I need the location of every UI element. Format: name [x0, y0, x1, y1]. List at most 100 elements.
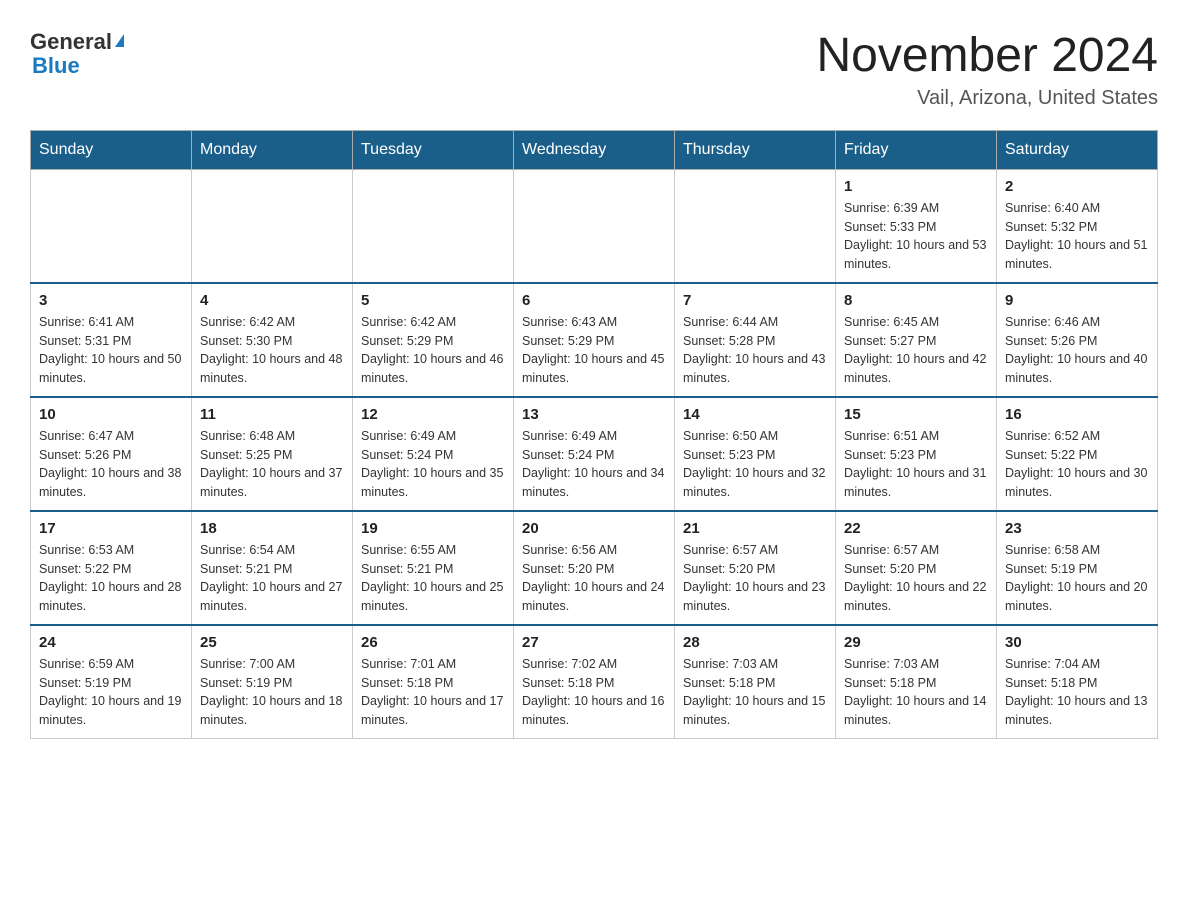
day-cell: 13 Sunrise: 6:49 AMSunset: 5:24 PMDayligh…: [514, 397, 675, 511]
day-number: 27: [522, 634, 666, 651]
day-cell: 9 Sunrise: 6:46 AMSunset: 5:26 PMDaylight…: [997, 283, 1158, 397]
day-info: Sunrise: 6:42 AMSunset: 5:29 PMDaylight:…: [361, 313, 505, 388]
day-cell: [31, 169, 192, 283]
day-cell: 6 Sunrise: 6:43 AMSunset: 5:29 PMDaylight…: [514, 283, 675, 397]
day-cell: 4 Sunrise: 6:42 AMSunset: 5:30 PMDaylight…: [192, 283, 353, 397]
day-info: Sunrise: 6:55 AMSunset: 5:21 PMDaylight:…: [361, 541, 505, 616]
day-cell: 30 Sunrise: 7:04 AMSunset: 5:18 PMDayligh…: [997, 625, 1158, 739]
logo-blue-text: Blue: [32, 53, 80, 78]
day-number: 21: [683, 520, 827, 537]
day-number: 26: [361, 634, 505, 651]
day-cell: 15 Sunrise: 6:51 AMSunset: 5:23 PMDayligh…: [836, 397, 997, 511]
day-number: 28: [683, 634, 827, 651]
week-row-2: 3 Sunrise: 6:41 AMSunset: 5:31 PMDaylight…: [31, 283, 1158, 397]
day-cell: 5 Sunrise: 6:42 AMSunset: 5:29 PMDaylight…: [353, 283, 514, 397]
day-info: Sunrise: 6:49 AMSunset: 5:24 PMDaylight:…: [522, 427, 666, 502]
day-info: Sunrise: 6:48 AMSunset: 5:25 PMDaylight:…: [200, 427, 344, 502]
day-cell: 29Sunrise: 7:03 AMSunset: 5:18 PMDayligh…: [836, 625, 997, 739]
title-area: November 2024 Vail, Arizona, United Stat…: [816, 30, 1158, 110]
day-cell: 1Sunrise: 6:39 AMSunset: 5:33 PMDaylight…: [836, 169, 997, 283]
week-row-3: 10 Sunrise: 6:47 AMSunset: 5:26 PMDayligh…: [31, 397, 1158, 511]
logo-general-text: General: [30, 30, 112, 54]
day-cell: 19 Sunrise: 6:55 AMSunset: 5:21 PMDayligh…: [353, 511, 514, 625]
day-cell: [514, 169, 675, 283]
day-cell: 10 Sunrise: 6:47 AMSunset: 5:26 PMDayligh…: [31, 397, 192, 511]
day-number: 8: [844, 292, 988, 309]
day-info: Sunrise: 6:57 AMSunset: 5:20 PMDaylight:…: [844, 541, 988, 616]
day-cell: 7Sunrise: 6:44 AMSunset: 5:28 PMDaylight…: [675, 283, 836, 397]
day-cell: 25Sunrise: 7:00 AMSunset: 5:19 PMDayligh…: [192, 625, 353, 739]
day-number: 29: [844, 634, 988, 651]
day-number: 3: [39, 292, 183, 309]
day-cell: 24 Sunrise: 6:59 AMSunset: 5:19 PMDayligh…: [31, 625, 192, 739]
day-number: 19: [361, 520, 505, 537]
day-cell: 17 Sunrise: 6:53 AMSunset: 5:22 PMDayligh…: [31, 511, 192, 625]
day-header-monday: Monday: [192, 130, 353, 169]
day-info: Sunrise: 6:52 AMSunset: 5:22 PMDaylight:…: [1005, 427, 1149, 502]
day-cell: 28 Sunrise: 7:03 AMSunset: 5:18 PMDayligh…: [675, 625, 836, 739]
day-info: Sunrise: 6:45 AMSunset: 5:27 PMDaylight:…: [844, 313, 988, 388]
day-number: 7: [683, 292, 827, 309]
day-number: 15: [844, 406, 988, 423]
day-cell: 12 Sunrise: 6:49 AMSunset: 5:24 PMDayligh…: [353, 397, 514, 511]
day-info: Sunrise: 7:01 AMSunset: 5:18 PMDaylight:…: [361, 655, 505, 730]
day-headers-row: SundayMondayTuesdayWednesdayThursdayFrid…: [31, 130, 1158, 169]
logo: General Blue: [30, 30, 124, 78]
day-cell: 26 Sunrise: 7:01 AMSunset: 5:18 PMDayligh…: [353, 625, 514, 739]
day-header-sunday: Sunday: [31, 130, 192, 169]
day-number: 11: [200, 406, 344, 423]
day-cell: 27Sunrise: 7:02 AMSunset: 5:18 PMDayligh…: [514, 625, 675, 739]
day-number: 10: [39, 406, 183, 423]
day-info: Sunrise: 6:57 AMSunset: 5:20 PMDaylight:…: [683, 541, 827, 616]
day-info: Sunrise: 6:42 AMSunset: 5:30 PMDaylight:…: [200, 313, 344, 388]
day-cell: 22 Sunrise: 6:57 AMSunset: 5:20 PMDayligh…: [836, 511, 997, 625]
day-info: Sunrise: 6:49 AMSunset: 5:24 PMDaylight:…: [361, 427, 505, 502]
day-header-tuesday: Tuesday: [353, 130, 514, 169]
day-number: 18: [200, 520, 344, 537]
day-info: Sunrise: 6:59 AMSunset: 5:19 PMDaylight:…: [39, 655, 183, 730]
day-info: Sunrise: 6:40 AMSunset: 5:32 PMDaylight:…: [1005, 199, 1149, 274]
day-info: Sunrise: 6:47 AMSunset: 5:26 PMDaylight:…: [39, 427, 183, 502]
day-number: 6: [522, 292, 666, 309]
day-cell: 23Sunrise: 6:58 AMSunset: 5:19 PMDayligh…: [997, 511, 1158, 625]
day-number: 13: [522, 406, 666, 423]
week-row-4: 17 Sunrise: 6:53 AMSunset: 5:22 PMDayligh…: [31, 511, 1158, 625]
logo-arrow-icon: [115, 34, 124, 47]
day-number: 16: [1005, 406, 1149, 423]
day-number: 4: [200, 292, 344, 309]
day-number: 2: [1005, 178, 1149, 195]
day-info: Sunrise: 6:43 AMSunset: 5:29 PMDaylight:…: [522, 313, 666, 388]
day-info: Sunrise: 6:54 AMSunset: 5:21 PMDaylight:…: [200, 541, 344, 616]
day-cell: [675, 169, 836, 283]
day-number: 30: [1005, 634, 1149, 651]
day-cell: 21 Sunrise: 6:57 AMSunset: 5:20 PMDayligh…: [675, 511, 836, 625]
day-info: Sunrise: 6:53 AMSunset: 5:22 PMDaylight:…: [39, 541, 183, 616]
day-cell: 11 Sunrise: 6:48 AMSunset: 5:25 PMDayligh…: [192, 397, 353, 511]
day-info: Sunrise: 6:51 AMSunset: 5:23 PMDaylight:…: [844, 427, 988, 502]
week-row-1: 1Sunrise: 6:39 AMSunset: 5:33 PMDaylight…: [31, 169, 1158, 283]
week-row-5: 24 Sunrise: 6:59 AMSunset: 5:19 PMDayligh…: [31, 625, 1158, 739]
day-cell: 16 Sunrise: 6:52 AMSunset: 5:22 PMDayligh…: [997, 397, 1158, 511]
day-info: Sunrise: 6:58 AMSunset: 5:19 PMDaylight:…: [1005, 541, 1149, 616]
day-number: 24: [39, 634, 183, 651]
day-cell: 18 Sunrise: 6:54 AMSunset: 5:21 PMDayligh…: [192, 511, 353, 625]
day-number: 12: [361, 406, 505, 423]
day-header-thursday: Thursday: [675, 130, 836, 169]
day-info: Sunrise: 6:41 AMSunset: 5:31 PMDaylight:…: [39, 313, 183, 388]
day-cell: 3 Sunrise: 6:41 AMSunset: 5:31 PMDaylight…: [31, 283, 192, 397]
day-info: Sunrise: 6:46 AMSunset: 5:26 PMDaylight:…: [1005, 313, 1149, 388]
day-number: 17: [39, 520, 183, 537]
day-info: Sunrise: 7:04 AMSunset: 5:18 PMDaylight:…: [1005, 655, 1149, 730]
day-number: 22: [844, 520, 988, 537]
day-header-saturday: Saturday: [997, 130, 1158, 169]
day-number: 14: [683, 406, 827, 423]
day-cell: 20Sunrise: 6:56 AMSunset: 5:20 PMDayligh…: [514, 511, 675, 625]
page-header: General Blue November 2024 Vail, Arizona…: [30, 30, 1158, 110]
day-info: Sunrise: 6:50 AMSunset: 5:23 PMDaylight:…: [683, 427, 827, 502]
day-number: 9: [1005, 292, 1149, 309]
day-cell: 2 Sunrise: 6:40 AMSunset: 5:32 PMDaylight…: [997, 169, 1158, 283]
day-number: 5: [361, 292, 505, 309]
day-info: Sunrise: 7:03 AMSunset: 5:18 PMDaylight:…: [683, 655, 827, 730]
calendar-subtitle: Vail, Arizona, United States: [816, 87, 1158, 110]
calendar-title: November 2024: [816, 30, 1158, 83]
